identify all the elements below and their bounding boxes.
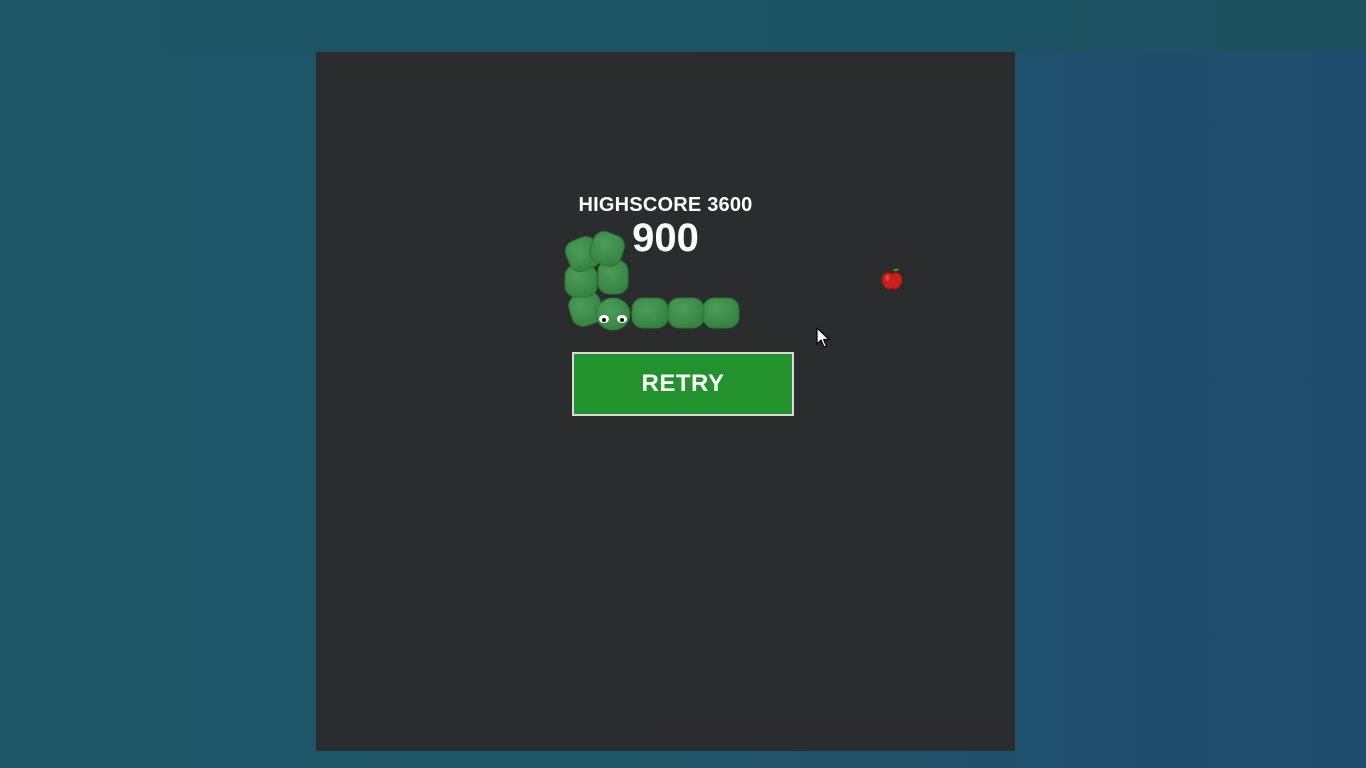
snake-segment: [631, 297, 669, 329]
snake-segment: [667, 297, 705, 329]
game-board[interactable]: HIGHSCORE 3600 900 RETRY: [316, 52, 1015, 751]
mouse-pointer-icon: [816, 327, 830, 348]
top-band: [0, 0, 1366, 52]
retry-button[interactable]: RETRY: [572, 352, 794, 416]
apple-icon: [881, 268, 903, 290]
snake-segment: [702, 297, 740, 329]
snake-head: [595, 297, 631, 331]
